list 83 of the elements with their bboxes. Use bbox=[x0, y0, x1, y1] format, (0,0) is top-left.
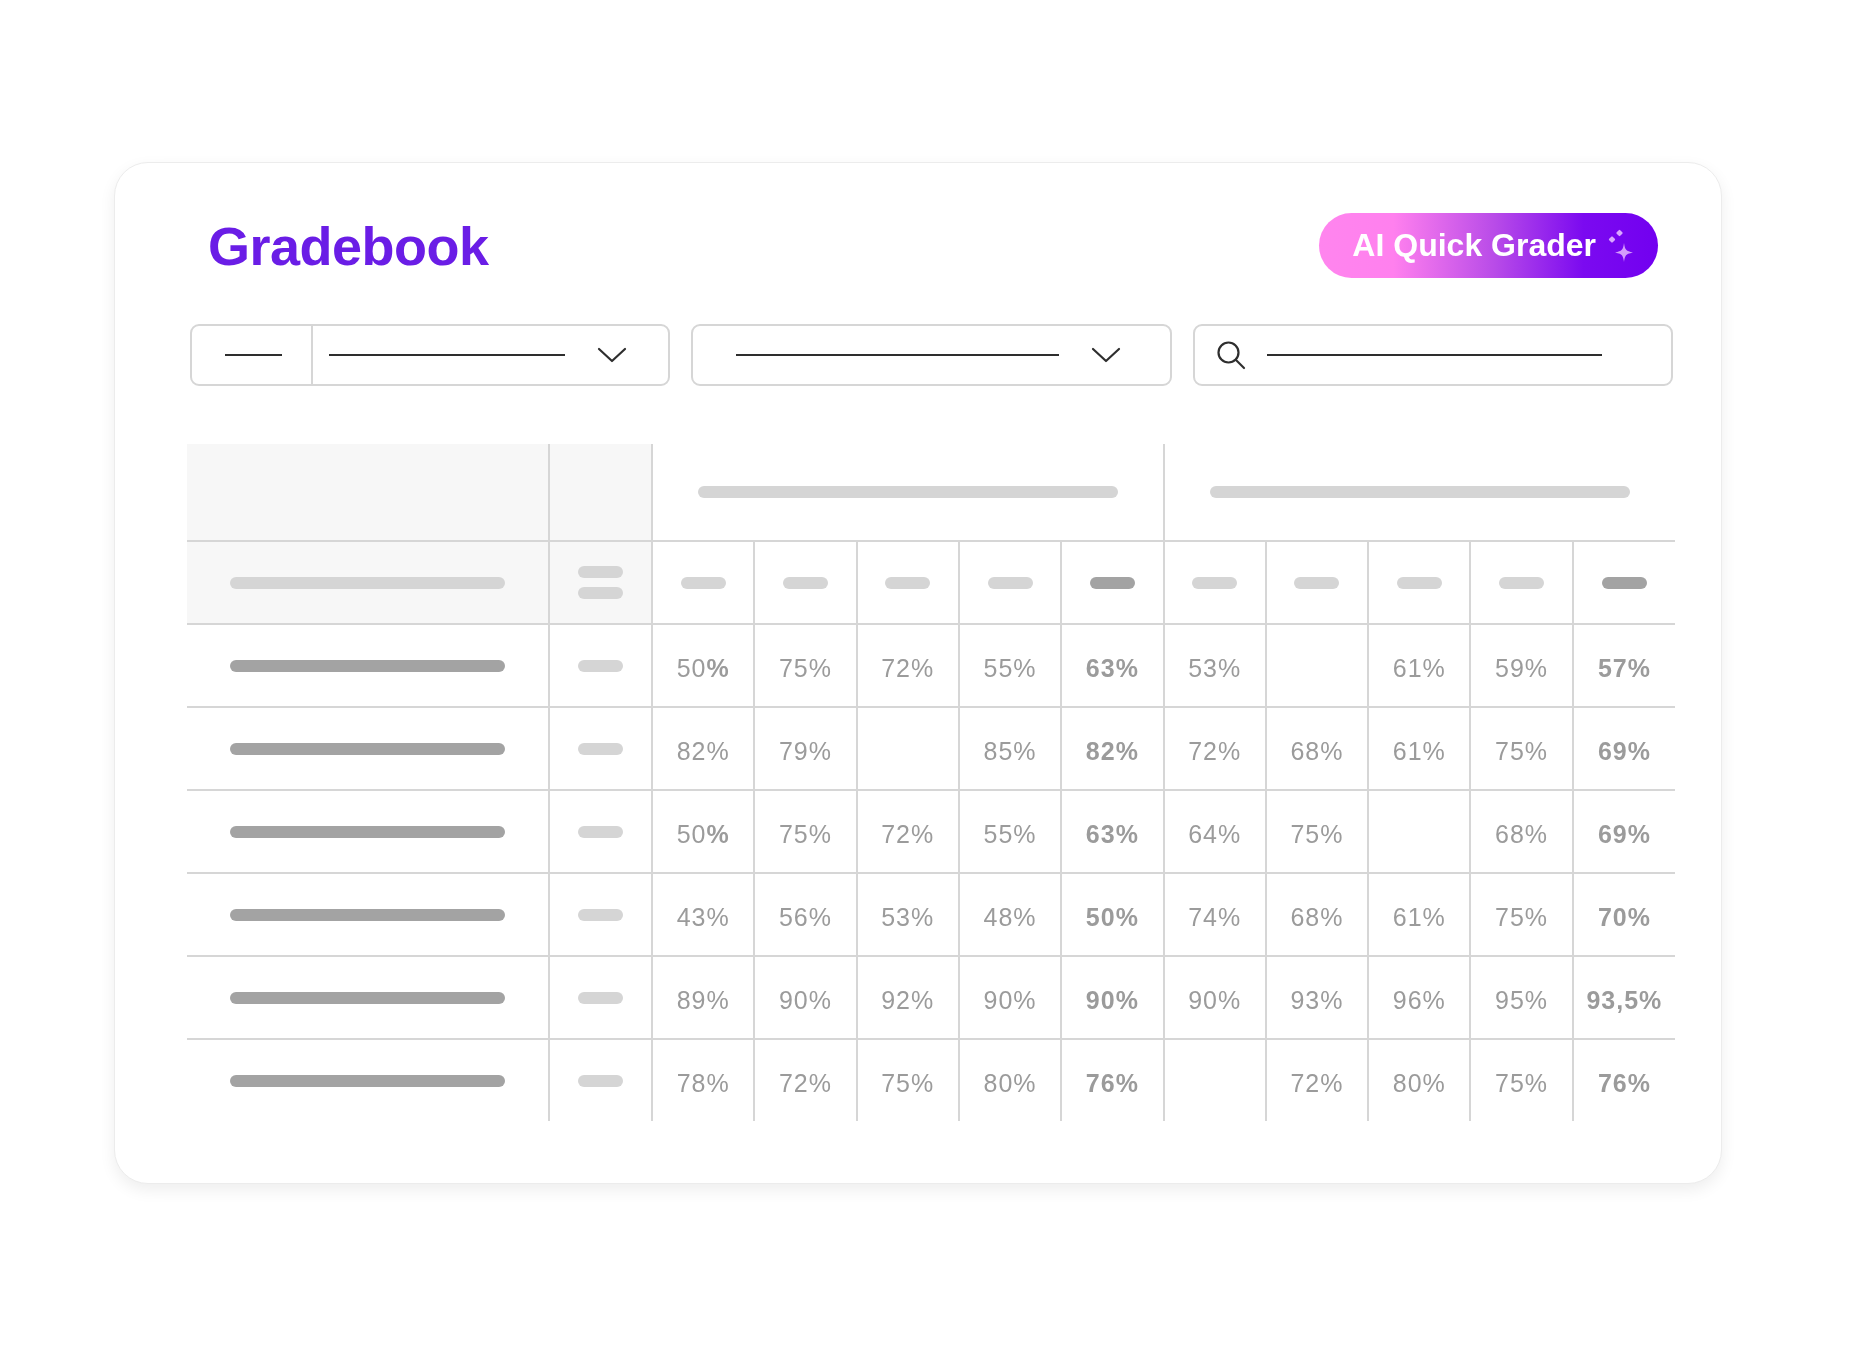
grade-value: 78% bbox=[676, 1068, 730, 1098]
grade-value: 64% bbox=[1188, 819, 1242, 849]
grade-value: 90% bbox=[983, 985, 1037, 1015]
grade-value: 75% bbox=[1495, 1068, 1549, 1098]
grade-value: 63% bbox=[1085, 653, 1139, 683]
placeholder-bar bbox=[1396, 576, 1442, 589]
grade-value: 72% bbox=[1290, 1068, 1344, 1098]
placeholder-line bbox=[225, 354, 282, 356]
grade-value: 80% bbox=[983, 1068, 1037, 1098]
grade-value: 69% bbox=[1597, 736, 1651, 766]
placeholder-bar bbox=[1192, 576, 1238, 589]
grade-value: 82% bbox=[676, 736, 730, 766]
placeholder-bar bbox=[578, 742, 623, 755]
dropdown-field[interactable] bbox=[691, 324, 1172, 386]
grade-value: 93,5% bbox=[1586, 985, 1663, 1015]
placeholder-bar bbox=[578, 908, 623, 921]
chevron-down-icon bbox=[597, 347, 627, 363]
grade-value: 63% bbox=[1085, 819, 1139, 849]
grade-value: 76% bbox=[1597, 1068, 1651, 1098]
grade-value: 70% bbox=[1597, 902, 1651, 932]
grade-value: 68% bbox=[1290, 902, 1344, 932]
grade-value: 75% bbox=[1290, 819, 1344, 849]
grade-value: 90% bbox=[778, 985, 832, 1015]
placeholder-bar bbox=[1089, 576, 1135, 589]
grade-value: 55% bbox=[983, 819, 1037, 849]
grade-value: 72% bbox=[881, 819, 935, 849]
ai-grader-button[interactable]: AI Quick Grader bbox=[1319, 213, 1658, 278]
placeholder-bar bbox=[578, 566, 623, 578]
placeholder-bar bbox=[578, 825, 623, 838]
placeholder-bar bbox=[1499, 576, 1545, 589]
grade-value: 74% bbox=[1188, 902, 1242, 932]
grade-value: 75% bbox=[881, 1068, 935, 1098]
grade-value: 79% bbox=[778, 736, 832, 766]
placeholder-bar bbox=[578, 587, 623, 599]
grade-value: 61% bbox=[1392, 653, 1446, 683]
grade-value: 56% bbox=[778, 902, 832, 932]
grade-value: 75% bbox=[1495, 902, 1549, 932]
grade-value: 50% bbox=[676, 819, 730, 849]
grade-value: 92% bbox=[881, 985, 935, 1015]
placeholder-bar bbox=[578, 1074, 623, 1087]
grade-value: 90% bbox=[1188, 985, 1242, 1015]
chevron-down-icon bbox=[1091, 347, 1122, 363]
grade-value: 50% bbox=[676, 653, 730, 683]
search-field[interactable] bbox=[1192, 324, 1673, 386]
grade-value: 72% bbox=[778, 1068, 832, 1098]
grade-value: 61% bbox=[1392, 736, 1446, 766]
search-icon bbox=[1215, 340, 1246, 370]
grade-value: 82% bbox=[1085, 736, 1139, 766]
grade-value: 59% bbox=[1495, 653, 1549, 683]
grade-value: 93% bbox=[1290, 985, 1344, 1015]
grade-value: 72% bbox=[1188, 736, 1242, 766]
grade-value: 57% bbox=[1597, 653, 1651, 683]
grade-value: 48% bbox=[983, 902, 1037, 932]
page-title: Gradebook bbox=[208, 218, 489, 273]
dropdown-field[interactable] bbox=[190, 324, 671, 386]
grade-value: 80% bbox=[1392, 1068, 1446, 1098]
grade-value: 96% bbox=[1392, 985, 1446, 1015]
grade-value: 69% bbox=[1597, 819, 1651, 849]
placeholder-bar bbox=[885, 576, 931, 589]
grade-value: 75% bbox=[1495, 736, 1549, 766]
placeholder-bar bbox=[782, 576, 828, 589]
grade-value: 90% bbox=[1085, 985, 1139, 1015]
grade-value: 75% bbox=[778, 819, 832, 849]
placeholder-bar bbox=[987, 576, 1033, 589]
placeholder-bar bbox=[680, 576, 726, 589]
grade-value: 61% bbox=[1392, 902, 1446, 932]
grade-value: 76% bbox=[1085, 1068, 1139, 1098]
placeholder-bar bbox=[578, 991, 623, 1004]
grade-value: 53% bbox=[881, 902, 935, 932]
grade-value: 68% bbox=[1495, 819, 1549, 849]
grade-value: 89% bbox=[676, 985, 730, 1015]
placeholder-bar bbox=[578, 659, 623, 672]
grade-value: 50% bbox=[1085, 902, 1139, 932]
grade-value: 43% bbox=[676, 902, 730, 932]
grade-value: 53% bbox=[1188, 653, 1242, 683]
placeholder-bar bbox=[1601, 576, 1647, 589]
grade-value: 95% bbox=[1495, 985, 1549, 1015]
grade-value: 75% bbox=[778, 653, 832, 683]
grade-value: 55% bbox=[983, 653, 1037, 683]
grade-value: 85% bbox=[983, 736, 1037, 766]
grade-value: 68% bbox=[1290, 736, 1344, 766]
placeholder-bar bbox=[1294, 576, 1340, 589]
grade-value: 72% bbox=[881, 653, 935, 683]
